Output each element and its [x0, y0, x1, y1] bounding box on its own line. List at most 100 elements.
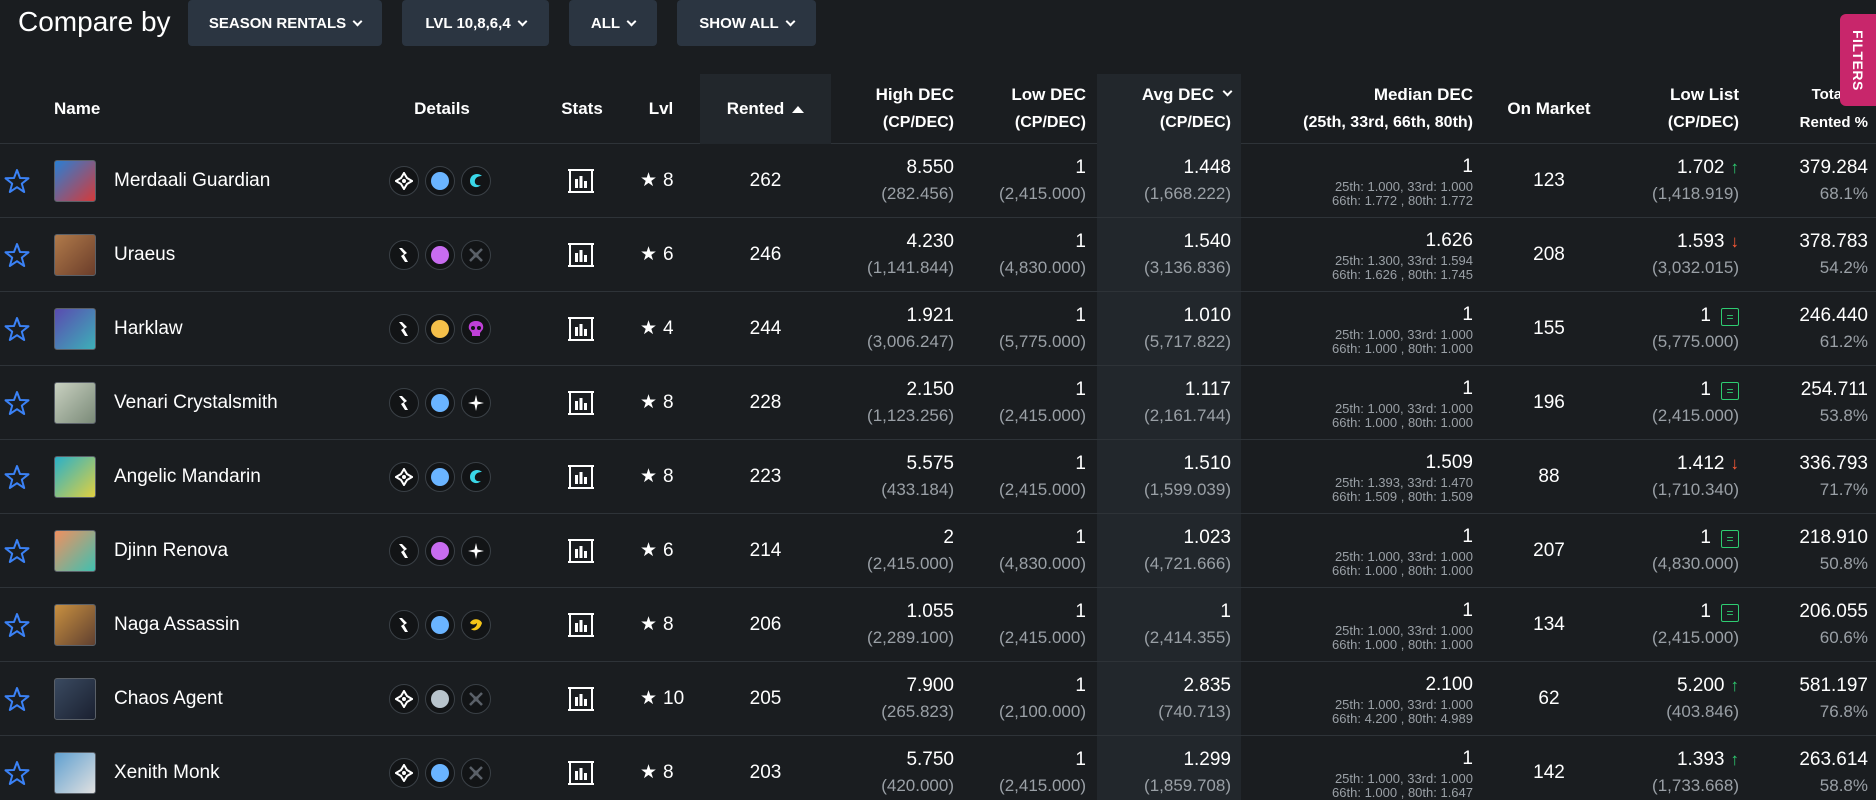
column-header-high-dec[interactable]: High DEC (CP/DEC)	[838, 74, 954, 144]
stats-chart-icon[interactable]	[567, 611, 595, 639]
filters-tab[interactable]: FILTERS	[1840, 14, 1876, 106]
table-row[interactable]: Merdaali Guardian ★ 8 262 8.550 (282.456) 1 (2,…	[0, 144, 1876, 218]
table-row[interactable]: Uraeus ★ 6 246 4.230 (1,141.844) 1 (4,830.000) 1…	[0, 218, 1876, 292]
life-sparkle-icon[interactable]	[461, 388, 491, 418]
neutral-splinter-icon[interactable]	[389, 758, 419, 788]
blue-rarity-dot[interactable]	[425, 388, 455, 418]
table-row[interactable]: Venari Crystalsmith ★ 8 228 2.150 (1,123.256)…	[0, 366, 1876, 440]
avg-dec-cell: 1.010 (5,717.822)	[1097, 292, 1241, 365]
melee-attack-icon[interactable]	[389, 610, 419, 640]
earth-ability-icon[interactable]	[461, 610, 491, 640]
crossed-swords-icon[interactable]	[461, 758, 491, 788]
card-name[interactable]: Djinn Renova	[114, 514, 228, 587]
card-thumbnail[interactable]	[54, 308, 96, 350]
card-thumbnail[interactable]	[54, 530, 96, 572]
low-dec-cell: 1 (2,415.000)	[975, 736, 1086, 800]
blue-rarity-dot[interactable]	[425, 462, 455, 492]
on-market-cell: 208	[1492, 218, 1606, 291]
melee-attack-icon[interactable]	[389, 388, 419, 418]
card-name[interactable]: Merdaali Guardian	[114, 144, 270, 217]
purple-rarity-dot[interactable]	[425, 240, 455, 270]
table-row[interactable]: Harklaw ★ 4 244 1.921 (3,006.247) 1 (5,775.000)…	[0, 292, 1876, 366]
melee-attack-icon[interactable]	[389, 536, 419, 566]
blue-rarity-dot[interactable]	[425, 758, 455, 788]
show-all-dropdown[interactable]: SHOW ALL	[677, 0, 816, 46]
card-name[interactable]: Chaos Agent	[114, 662, 223, 735]
stats-chart-icon[interactable]	[567, 167, 595, 195]
compare-by-label: Compare by	[18, 6, 171, 37]
stats-chart-icon[interactable]	[567, 685, 595, 713]
column-header-rented[interactable]: Rented	[700, 74, 831, 144]
blue-rarity-dot[interactable]	[425, 166, 455, 196]
card-thumbnail[interactable]	[54, 678, 96, 720]
card-thumbnail[interactable]	[54, 382, 96, 424]
favorite-star-icon[interactable]	[4, 464, 30, 490]
crossed-swords-icon[interactable]	[461, 684, 491, 714]
neutral-splinter-icon[interactable]	[389, 684, 419, 714]
gray-rarity-dot[interactable]	[425, 684, 455, 714]
column-header-median-dec[interactable]: Median DEC (25th, 33rd, 66th, 80th)	[1260, 74, 1473, 144]
stats-chart-icon[interactable]	[567, 315, 595, 343]
card-name[interactable]: Naga Assassin	[114, 588, 240, 661]
card-thumbnail[interactable]	[54, 160, 96, 202]
water-ability-icon[interactable]	[461, 462, 491, 492]
melee-attack-icon[interactable]	[389, 240, 419, 270]
gold-rarity-dot[interactable]	[425, 314, 455, 344]
favorite-star-icon[interactable]	[4, 538, 30, 564]
on-market-cell: 196	[1492, 366, 1606, 439]
favorite-star-icon[interactable]	[4, 242, 30, 268]
card-name[interactable]: Angelic Mandarin	[114, 440, 261, 513]
death-skull-icon[interactable]	[461, 314, 491, 344]
card-name[interactable]: Uraeus	[114, 218, 175, 291]
stats-chart-icon[interactable]	[567, 389, 595, 417]
table-row[interactable]: Angelic Mandarin ★ 8 223 5.575 (433.184) 1 (2,4…	[0, 440, 1876, 514]
low-dec-cell: 1 (4,830.000)	[975, 514, 1086, 587]
neutral-splinter-icon[interactable]	[389, 166, 419, 196]
table-row[interactable]: Chaos Agent ★ 10 205 7.900 (265.823) 1 (2,100.0…	[0, 662, 1876, 736]
card-name[interactable]: Venari Crystalsmith	[114, 366, 278, 439]
season-rentals-dropdown[interactable]: SEASON RENTALS	[188, 0, 382, 46]
crossed-swords-icon[interactable]	[461, 240, 491, 270]
table-row[interactable]: Naga Assassin ★ 8 206 1.055 (2,289.100) 1 (2,41…	[0, 588, 1876, 662]
card-thumbnail[interactable]	[54, 752, 96, 794]
purple-rarity-dot[interactable]	[425, 536, 455, 566]
card-thumbnail[interactable]	[54, 456, 96, 498]
stats-chart-icon[interactable]	[567, 537, 595, 565]
column-header-avg-dec[interactable]: Avg DEC (CP/DEC)	[1097, 74, 1241, 144]
card-name[interactable]: Harklaw	[114, 292, 183, 365]
blue-rarity-dot[interactable]	[425, 610, 455, 640]
favorite-star-icon[interactable]	[4, 168, 30, 194]
median-dec-cell: 1 25th: 1.000, 33rd: 1.000 66th: 1.000 , 8…	[1260, 588, 1473, 661]
favorite-star-icon[interactable]	[4, 760, 30, 786]
avg-dec-cell: 1.510 (1,599.039)	[1097, 440, 1241, 513]
column-header-low-dec[interactable]: Low DEC (CP/DEC)	[975, 74, 1086, 144]
level-dropdown[interactable]: LVL 10,8,6,4	[402, 0, 549, 46]
card-name[interactable]: Xenith Monk	[114, 736, 220, 800]
life-sparkle-icon[interactable]	[461, 536, 491, 566]
stats-chart-icon[interactable]	[567, 463, 595, 491]
avg-dec-cell: 1.117 (2,161.744)	[1097, 366, 1241, 439]
level-number: 10	[663, 687, 685, 709]
favorite-star-icon[interactable]	[4, 316, 30, 342]
card-thumbnail[interactable]	[54, 234, 96, 276]
avg-dec-cell: 1.448 (1,668.222)	[1097, 144, 1241, 217]
column-sublabel: (CP/DEC)	[882, 114, 954, 131]
filters-label: FILTERS	[1850, 29, 1866, 91]
stats-chart-icon[interactable]	[567, 241, 595, 269]
column-header-name[interactable]: Name	[54, 74, 174, 144]
column-header-lvl[interactable]: Lvl	[634, 74, 688, 144]
favorite-star-icon[interactable]	[4, 390, 30, 416]
column-header-on-market[interactable]: On Market	[1492, 74, 1606, 144]
edition-dropdown[interactable]: ALL	[569, 0, 657, 46]
table-row[interactable]: Xenith Monk ★ 8 203 5.750 (420.000) 1 (2,415.00…	[0, 736, 1876, 800]
neutral-splinter-icon[interactable]	[389, 462, 419, 492]
water-ability-icon[interactable]	[461, 166, 491, 196]
favorite-star-icon[interactable]	[4, 686, 30, 712]
card-thumbnail[interactable]	[54, 604, 96, 646]
melee-attack-icon[interactable]	[389, 314, 419, 344]
favorite-star-icon[interactable]	[4, 612, 30, 638]
column-header-low-list[interactable]: Low List (CP/DEC)	[1620, 74, 1739, 144]
stats-chart-icon[interactable]	[567, 759, 595, 787]
equal-trend-icon: =	[1721, 381, 1739, 400]
table-row[interactable]: Djinn Renova ★ 6 214 2 (2,415.000) 1 (4,830.000…	[0, 514, 1876, 588]
